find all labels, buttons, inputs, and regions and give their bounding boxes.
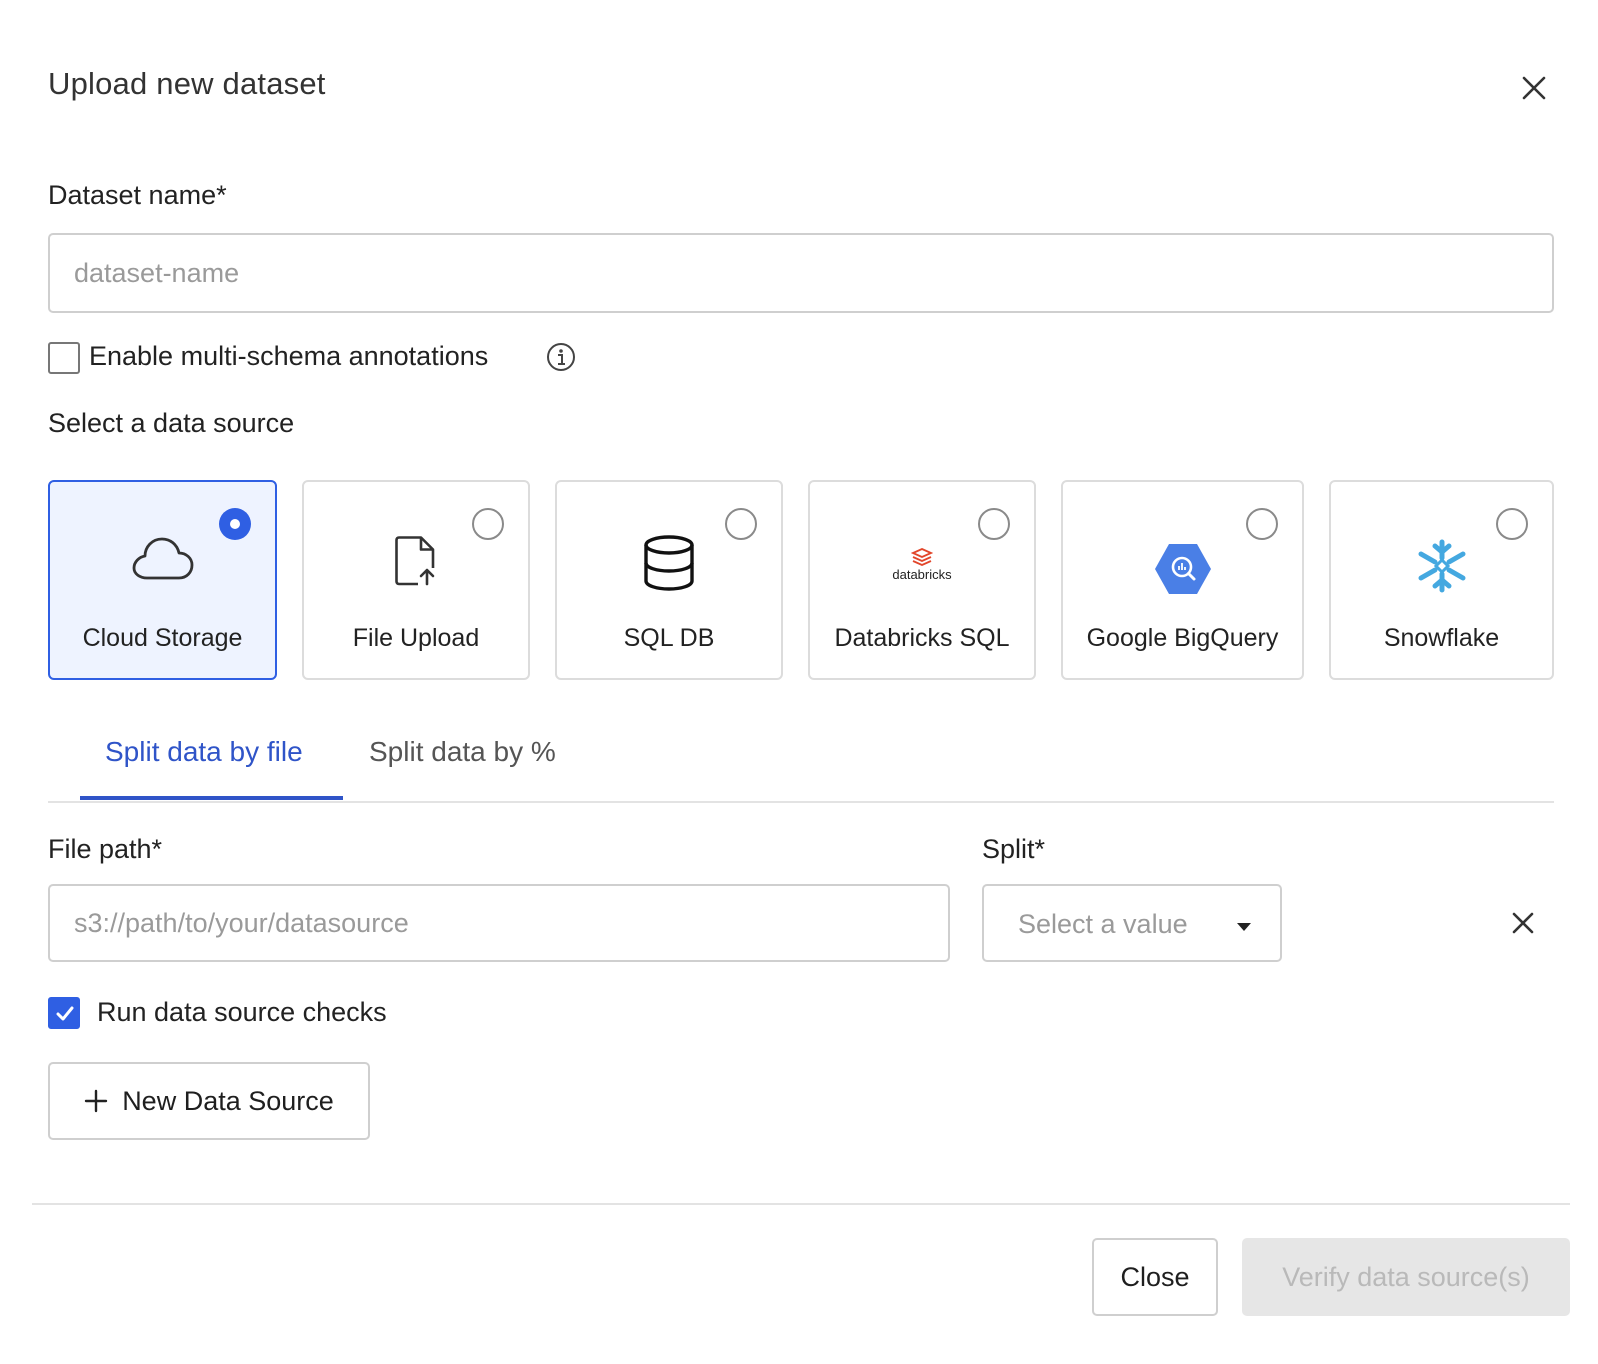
file-path-input[interactable]	[48, 884, 950, 962]
verify-data-sources-button[interactable]: Verify data source(s)	[1242, 1238, 1570, 1316]
tab-split-by-percent[interactable]: Split data by %	[369, 736, 556, 768]
plus-icon	[84, 1089, 108, 1113]
dataset-name-label: Dataset name*	[48, 180, 227, 210]
source-card-cloud-storage[interactable]: Cloud Storage	[48, 480, 277, 680]
databricks-logo-text: databricks	[892, 567, 952, 582]
multi-schema-checkbox[interactable]	[48, 342, 80, 374]
source-card-snowflake[interactable]: Snowflake	[1329, 480, 1554, 680]
data-source-heading: Select a data source	[48, 408, 295, 438]
card-label: Cloud Storage	[82, 624, 243, 652]
file-upload-icon	[393, 534, 439, 593]
cloud-icon	[131, 534, 195, 589]
tab-split-by-file[interactable]: Split data by file	[105, 736, 303, 768]
radio-unselected[interactable]	[1496, 508, 1528, 540]
upload-dataset-dialog: Upload new dataset Dataset name* Enable …	[0, 0, 1598, 1364]
snowflake-logo	[1414, 538, 1470, 599]
checkmark-icon	[56, 1006, 74, 1021]
radio-unselected[interactable]	[472, 508, 504, 540]
bigquery-logo	[1153, 542, 1213, 601]
card-label: File Upload	[352, 624, 480, 652]
remove-row-icon[interactable]	[1508, 908, 1538, 938]
info-icon[interactable]	[546, 342, 576, 372]
card-label: Databricks SQL	[834, 624, 1010, 652]
card-label: SQL DB	[623, 624, 715, 652]
database-icon	[642, 534, 696, 597]
source-card-databricks-sql[interactable]: databricks Databricks SQL	[808, 480, 1036, 680]
active-tab-indicator	[80, 796, 343, 800]
dialog-title: Upload new dataset	[48, 66, 326, 101]
radio-unselected[interactable]	[725, 508, 757, 540]
split-label: Split*	[982, 834, 1046, 864]
new-data-source-button[interactable]: New Data Source	[48, 1062, 370, 1140]
card-label: Snowflake	[1383, 624, 1500, 652]
split-select[interactable]: Select a value	[982, 884, 1282, 962]
dataset-name-input[interactable]	[48, 233, 1554, 313]
radio-unselected[interactable]	[1246, 508, 1278, 540]
source-card-google-bigquery[interactable]: Google BigQuery	[1061, 480, 1304, 680]
footer-divider	[32, 1203, 1570, 1205]
source-card-sql-db[interactable]: SQL DB	[555, 480, 783, 680]
databricks-logo: databricks	[872, 548, 972, 584]
card-label: Google BigQuery	[1086, 624, 1279, 652]
source-card-file-upload[interactable]: File Upload	[302, 480, 530, 680]
close-button[interactable]: Close	[1092, 1238, 1218, 1316]
multi-schema-label: Enable multi-schema annotations	[89, 341, 489, 371]
caret-down-icon	[1236, 919, 1252, 937]
file-path-label: File path*	[48, 834, 163, 864]
run-checks-checkbox[interactable]	[48, 997, 80, 1029]
tab-divider	[48, 801, 1554, 803]
radio-selected[interactable]	[219, 508, 251, 540]
run-checks-label: Run data source checks	[97, 997, 387, 1027]
close-dialog-icon[interactable]	[1518, 72, 1550, 104]
split-select-placeholder: Select a value	[1018, 909, 1188, 939]
radio-unselected[interactable]	[978, 508, 1010, 540]
new-data-source-label: New Data Source	[122, 1085, 334, 1116]
